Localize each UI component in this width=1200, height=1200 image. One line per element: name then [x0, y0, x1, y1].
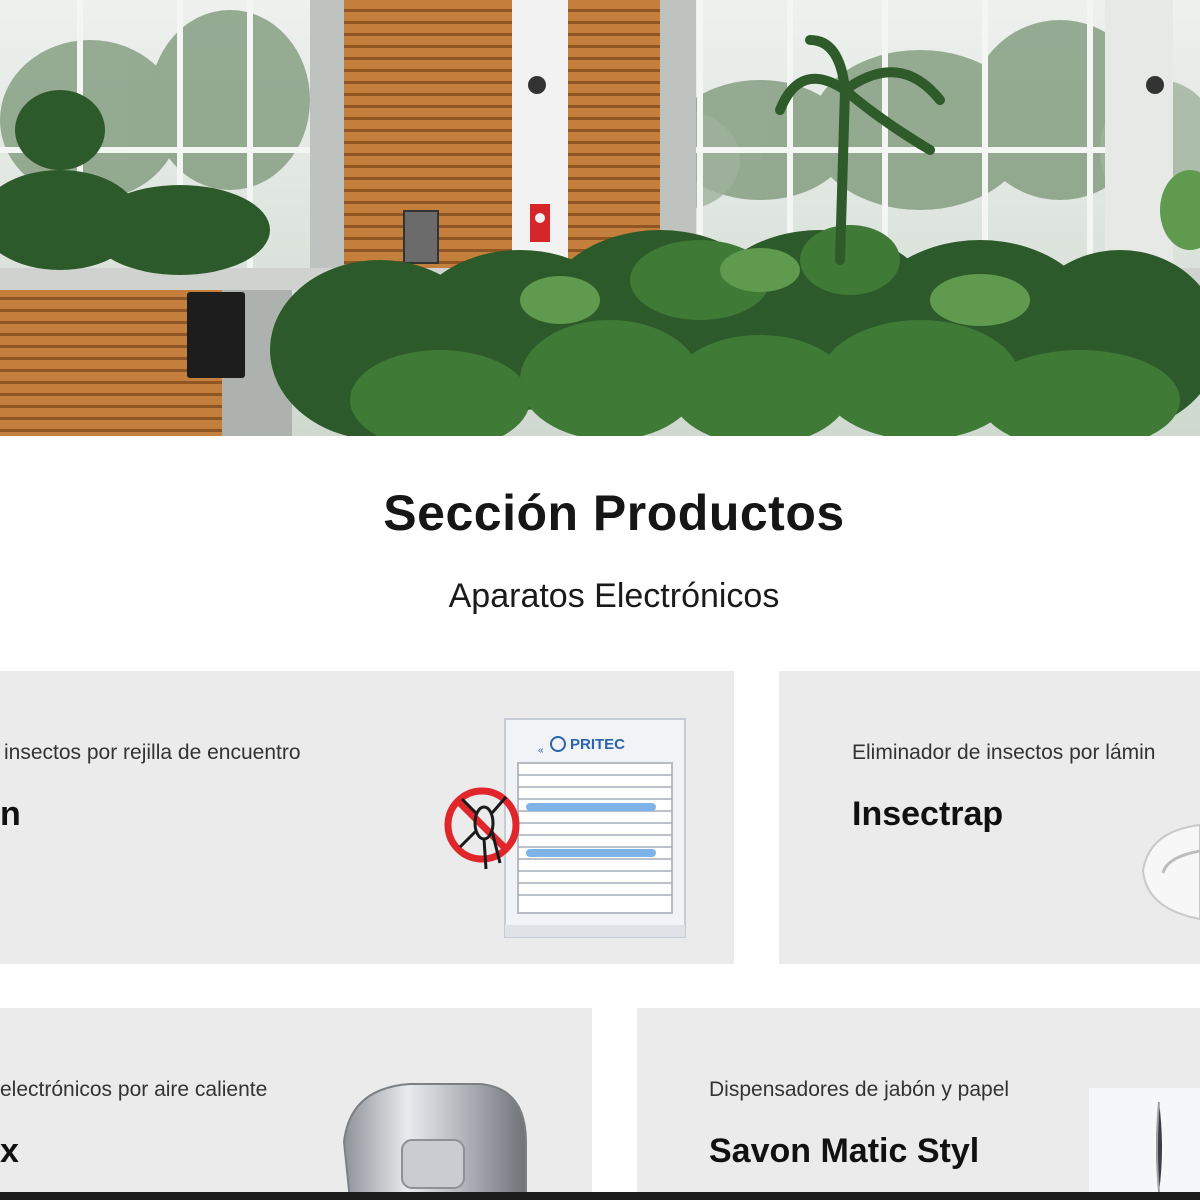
greenhouse-interior-illustration	[0, 0, 1200, 436]
soap-dispenser-icon	[1089, 1088, 1200, 1200]
section-subtitle: Aparatos Electrónicos	[448, 577, 780, 615]
insect-trap-lamp-icon	[1139, 801, 1200, 964]
hand-dryer-icon	[330, 1082, 530, 1200]
product-name: n	[0, 795, 21, 833]
product-name: Insectrap	[852, 795, 1004, 833]
product-name: x	[0, 1132, 19, 1170]
product-card-soap-dispenser[interactable]: Dispensadores de jabón y papel Savon Mat…	[637, 1008, 1200, 1200]
section-title: Sección Productos	[383, 485, 845, 541]
page-bottom-border	[0, 1192, 1200, 1200]
product-category: electrónicos por aire caliente	[0, 1078, 268, 1101]
product-card-insectrap[interactable]: Eliminador de insectos por lámin Insectr…	[779, 671, 1200, 964]
product-card-hand-dryer[interactable]: electrónicos por aire caliente x	[0, 1008, 592, 1200]
product-category: Eliminador de insectos por lámin	[852, 741, 1156, 764]
hero-image	[0, 0, 1200, 436]
product-card-insect-killer[interactable]: insectos por rejilla de encuentro n PRIT…	[0, 671, 734, 964]
product-category: insectos por rejilla de encuentro	[4, 741, 301, 764]
svg-text:«: «	[538, 745, 544, 756]
brand-label: PRITEC	[570, 736, 625, 753]
insect-killer-grid-icon: PRITEC «	[440, 713, 690, 953]
product-name: Savon Matic Styl	[709, 1132, 980, 1170]
product-category: Dispensadores de jabón y papel	[709, 1078, 1010, 1101]
